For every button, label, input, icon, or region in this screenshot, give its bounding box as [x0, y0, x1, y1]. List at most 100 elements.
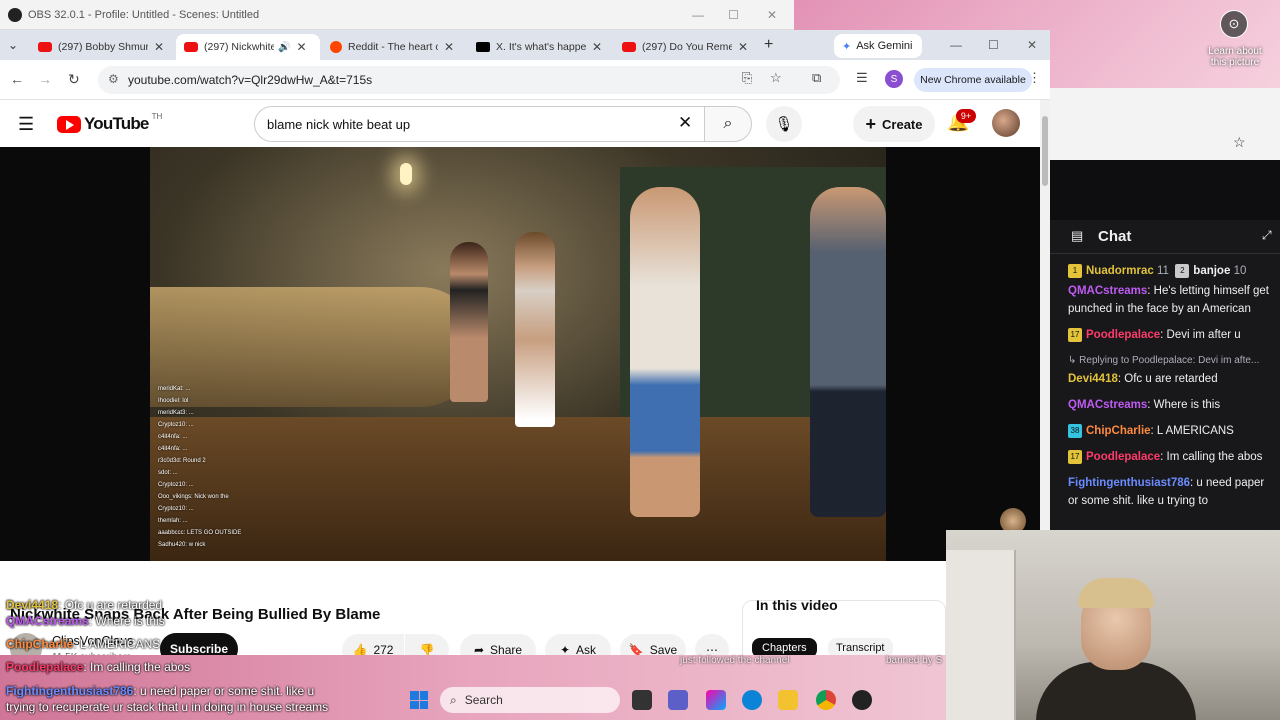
- overlay-chat-line: Ooo_vikings: Nick won the: [158, 494, 229, 500]
- video-person: [630, 187, 700, 517]
- chat-text: : Where is this: [1147, 399, 1221, 411]
- scrollbar-thumb[interactable]: [1042, 116, 1048, 186]
- tab-nickwhite[interactable]: (297) Nickwhite 🔊 ✕: [176, 34, 320, 60]
- stream-overlay-username: Fightingenthusiast786: [6, 684, 134, 698]
- search-icon: ⌕: [723, 115, 733, 132]
- create-label: Create: [882, 116, 923, 132]
- new-tab-icon[interactable]: +: [764, 36, 773, 54]
- stream-overlay-line: trying to recuperate ur stack that u in …: [6, 700, 328, 714]
- ban-alert: banned by S: [886, 655, 943, 666]
- close-icon[interactable]: ✕: [1027, 38, 1037, 52]
- teams-icon[interactable]: [668, 690, 688, 710]
- new-chrome-available-button[interactable]: New Chrome available: [914, 68, 1032, 92]
- tab-reddit[interactable]: Reddit - The heart of ✕: [322, 34, 464, 60]
- copilot-icon[interactable]: [706, 690, 726, 710]
- youtube-icon: [184, 42, 198, 52]
- reading-list-icon[interactable]: ☰: [856, 70, 868, 86]
- overlay-chat-line: sdot: ...: [158, 470, 178, 476]
- top-chatter-count: 10: [1233, 265, 1247, 277]
- chrome-icon[interactable]: [816, 690, 836, 710]
- edge-icon[interactable]: [742, 690, 762, 710]
- gemini-icon: ✦: [842, 40, 852, 53]
- tab-close-icon[interactable]: ✕: [296, 40, 306, 54]
- chat-message: 17 Poodlepalace: Devi im after u: [1068, 326, 1274, 344]
- video-person: [515, 232, 555, 427]
- tab-close-icon[interactable]: ✕: [444, 40, 454, 54]
- chat-messages: QMACstreams: He's letting himself get pu…: [1068, 282, 1274, 510]
- account-avatar[interactable]: [992, 109, 1020, 137]
- chat-username[interactable]: Poodlepalace: [1086, 451, 1160, 463]
- tab-close-icon[interactable]: ✕: [154, 40, 164, 54]
- chat-username[interactable]: Devi4418: [1068, 373, 1118, 385]
- tab-close-icon[interactable]: ✕: [738, 40, 748, 54]
- voice-search-button[interactable]: 🎙: [766, 106, 802, 142]
- stream-overlay-text: : Where is this: [88, 614, 165, 628]
- tab-x[interactable]: X. It's what's happening ✕: [468, 34, 610, 60]
- site-info-icon[interactable]: ⚙: [108, 72, 119, 86]
- audio-icon[interactable]: 🔊: [278, 42, 290, 53]
- taskbar-search[interactable]: ⌕ Search: [440, 687, 620, 713]
- close-icon[interactable]: ✕: [767, 8, 777, 22]
- address-bar[interactable]: ⚙ youtube.com/watch?v=Qlr29dwHw_A&t=715s: [98, 66, 840, 94]
- stream-overlay-text: : L AMERICANS: [73, 637, 161, 651]
- chat-username[interactable]: QMACstreams: [1068, 285, 1147, 297]
- file-explorer-icon[interactable]: [778, 690, 798, 710]
- taskbar-search-label: Search: [464, 693, 503, 707]
- chat-username[interactable]: Fightingenthusiast786: [1068, 477, 1190, 489]
- video-frame[interactable]: meridKat: ... Ihoodiel: lol meridKat3: ...…: [150, 147, 886, 561]
- rank-1-badge: 1: [1068, 263, 1082, 278]
- in-video-chat-overlay: meridKat: ... Ihoodiel: lol meridKat3: ...…: [158, 383, 328, 551]
- hamburger-menu-icon[interactable]: ☰: [18, 114, 34, 135]
- top-chatters-row: 1 Nuadormrac 11 2 banjoe 10: [1068, 262, 1274, 280]
- youtube-logo[interactable]: YouTube TH: [57, 112, 162, 134]
- notification-count-badge: 9+: [956, 109, 976, 123]
- menu-kebab-icon[interactable]: ⋮: [1028, 70, 1041, 86]
- expand-chat-icon[interactable]: ⤢: [1262, 228, 1272, 243]
- maximize-icon[interactable]: ☐: [988, 38, 999, 52]
- ask-gemini-button[interactable]: ✦ Ask Gemini: [834, 34, 922, 58]
- stream-overlay-text: : u need paper or some shit. like u: [133, 684, 315, 698]
- create-button[interactable]: + Create: [853, 106, 935, 142]
- maximize-icon[interactable]: ☐: [728, 8, 739, 22]
- overlay-chat-line: Cryptoz10: ...: [158, 422, 194, 428]
- chat-username[interactable]: Poodlepalace: [1086, 329, 1160, 341]
- tab-list-icon[interactable]: ⌄: [8, 38, 18, 52]
- profile-avatar[interactable]: S: [885, 70, 903, 88]
- top-chatter-name[interactable]: Nuadormrac: [1086, 265, 1154, 277]
- obs-taskbar-icon[interactable]: [852, 690, 872, 710]
- overlay-chat-line: themlah: ...: [158, 518, 188, 524]
- tab-bobby-shmurda[interactable]: (297) Bobby Shmurda ✕: [30, 34, 172, 60]
- minimize-icon[interactable]: —: [692, 8, 704, 22]
- install-app-icon[interactable]: ⎘: [742, 70, 752, 86]
- webcam-overlay: [946, 530, 1280, 720]
- overlay-chat-line: meridKat3: ...: [158, 410, 194, 416]
- stream-overlay-text: trying to recuperate ur stack that u in …: [6, 700, 329, 714]
- stream-overlay-text: : Ofc u are retarded: [58, 598, 163, 612]
- browser-toolbar: ← → ↻ ⚙ youtube.com/watch?v=Qlr29dwHw_A&…: [0, 60, 1050, 100]
- top-chatter-name[interactable]: banjoe: [1193, 265, 1230, 277]
- minimize-icon[interactable]: —: [950, 38, 962, 52]
- stream-overlay-line: ChipCharlie: L AMERICANS: [6, 637, 160, 651]
- task-view-icon[interactable]: [632, 690, 652, 710]
- overlay-chat-line: Cryptoz10: ...: [158, 506, 194, 512]
- google-lens-icon[interactable]: ⊙: [1220, 10, 1248, 38]
- bookmark-star-icon[interactable]: ☆: [1233, 134, 1246, 151]
- webcam-person-hair: [1078, 578, 1154, 608]
- stream-overlay-username: Devi4418: [6, 598, 59, 612]
- reload-icon[interactable]: ↻: [68, 71, 80, 88]
- windows-start-icon[interactable]: [410, 691, 428, 709]
- tab-do-you-remember[interactable]: (297) Do You Remember ✕: [614, 34, 756, 60]
- extensions-icon[interactable]: ⧉: [812, 70, 821, 86]
- forward-icon[interactable]: →: [38, 71, 52, 87]
- video-player[interactable]: meridKat: ... Ihoodiel: lol meridKat3: ...…: [0, 147, 1040, 561]
- follow-alert: just followed the channel: [680, 655, 790, 666]
- chat-username[interactable]: QMACstreams: [1068, 399, 1147, 411]
- search-button[interactable]: ⌕: [704, 106, 752, 142]
- tab-close-icon[interactable]: ✕: [592, 40, 602, 54]
- clear-search-icon[interactable]: ✕: [678, 113, 692, 133]
- learn-about-picture-label[interactable]: Learn about this picture: [1202, 46, 1268, 68]
- chat-username[interactable]: ChipCharlie: [1086, 425, 1151, 437]
- back-icon[interactable]: ←: [10, 71, 24, 87]
- bookmark-star-icon[interactable]: ☆: [770, 70, 782, 86]
- search-input[interactable]: blame nick white beat up: [254, 106, 704, 142]
